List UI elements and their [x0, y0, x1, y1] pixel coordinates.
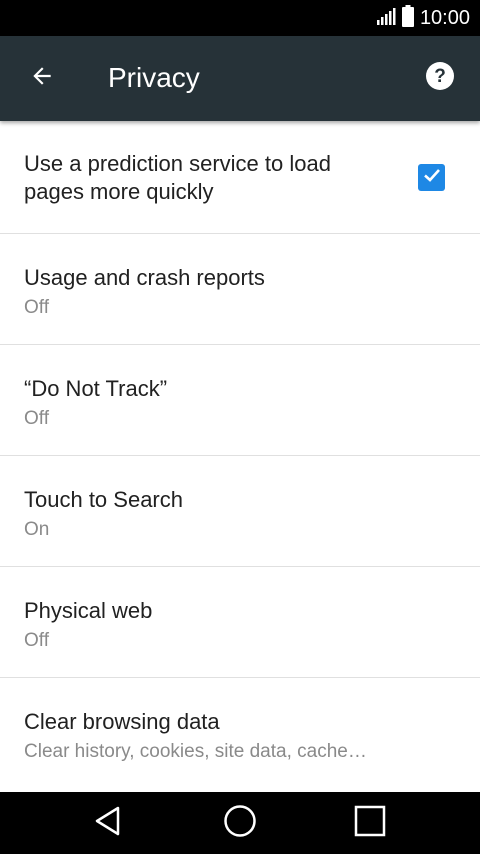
app-toolbar: Privacy ? — [0, 36, 480, 121]
status-time: 10:00 — [419, 6, 470, 29]
prediction-checkbox[interactable] — [418, 164, 445, 191]
setting-subtitle: Clear history, cookies, site data, cache… — [24, 741, 367, 762]
setting-title: Clear browsing data — [24, 709, 220, 734]
setting-usage-crash-reports[interactable]: Usage and crash reports Off — [0, 234, 480, 345]
battery-icon — [401, 4, 414, 32]
setting-title: Use a prediction service to load pages m… — [24, 151, 331, 204]
nav-back-icon — [91, 804, 125, 843]
navigation-bar — [0, 792, 480, 854]
setting-physical-web[interactable]: Physical web Off — [0, 567, 480, 678]
help-button[interactable]: ? — [420, 58, 460, 98]
setting-title: Usage and crash reports — [24, 265, 265, 290]
setting-subtitle: Off — [24, 408, 49, 429]
setting-prediction-service[interactable]: Use a prediction service to load pages m… — [0, 121, 480, 234]
setting-subtitle: Off — [24, 297, 49, 318]
setting-title: “Do Not Track” — [24, 376, 168, 401]
svg-text:?: ? — [434, 66, 446, 87]
nav-home-button[interactable] — [220, 803, 260, 843]
setting-subtitle: Off — [24, 630, 49, 651]
signal-icon — [376, 6, 396, 31]
nav-recents-button[interactable] — [350, 803, 390, 843]
nav-recents-icon — [353, 804, 387, 843]
setting-touch-to-search[interactable]: Touch to Search On — [0, 456, 480, 567]
status-bar: 10:00 — [0, 0, 480, 36]
arrow-back-icon — [29, 63, 55, 94]
setting-title: Physical web — [24, 598, 153, 623]
setting-title: Touch to Search — [24, 487, 183, 512]
nav-home-icon — [223, 804, 257, 843]
checkmark-icon — [422, 165, 442, 190]
help-icon: ? — [425, 61, 455, 96]
setting-clear-browsing-data[interactable]: Clear browsing data Clear history, cooki… — [0, 678, 480, 789]
nav-back-button[interactable] — [88, 803, 128, 843]
setting-do-not-track[interactable]: “Do Not Track” Off — [0, 345, 480, 456]
settings-list: Use a prediction service to load pages m… — [0, 121, 480, 789]
back-button[interactable] — [22, 58, 62, 98]
setting-subtitle: On — [24, 519, 50, 540]
page-title: Privacy — [108, 62, 200, 93]
status-icons: 10:00 — [376, 0, 470, 36]
